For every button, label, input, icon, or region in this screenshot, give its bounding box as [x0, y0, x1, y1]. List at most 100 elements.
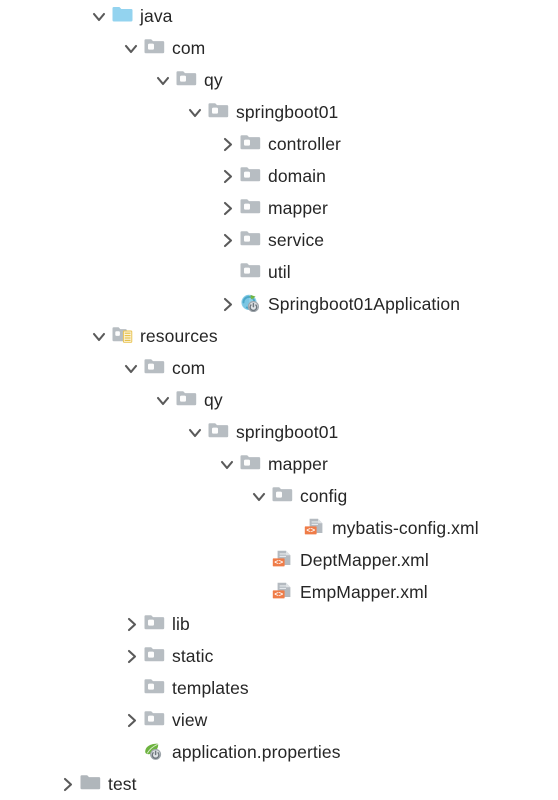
tree-item[interactable]: templates: [120, 672, 249, 704]
tree-item-label: config: [300, 486, 348, 506]
chevron-right-icon[interactable]: [120, 640, 142, 672]
chevron-right-icon[interactable]: [216, 160, 238, 192]
folder-gray-icon: [238, 256, 264, 288]
chevron-down-icon[interactable]: [152, 64, 174, 96]
tree-item-label: com: [172, 38, 206, 58]
folder-gray-icon: [238, 448, 264, 480]
folder-gray-icon: [174, 384, 200, 416]
tree-item-label: lib: [172, 614, 190, 634]
tree-item[interactable]: com: [120, 32, 205, 64]
tree-item-label: controller: [268, 134, 341, 154]
tree-item-label: service: [268, 230, 325, 250]
chevron-down-icon[interactable]: [248, 480, 270, 512]
tree-item[interactable]: service: [216, 224, 324, 256]
tree-item[interactable]: config: [248, 480, 347, 512]
folder-gray-icon: [142, 352, 168, 384]
tree-item[interactable]: java: [88, 0, 173, 32]
tree-item-label: springboot01: [236, 422, 339, 442]
folder-gray-icon: [142, 640, 168, 672]
tree-item-label: qy: [204, 70, 223, 90]
tree-item[interactable]: static: [120, 640, 213, 672]
chevron-down-icon[interactable]: [216, 448, 238, 480]
tree-item[interactable]: <> EmpMapper.xml: [248, 576, 428, 608]
tree-item[interactable]: application.properties: [120, 736, 341, 768]
folder-gray-icon: [270, 480, 296, 512]
tree-item[interactable]: <> DeptMapper.xml: [248, 544, 429, 576]
tree-item-label: util: [268, 262, 291, 282]
chevron-right-icon[interactable]: [120, 704, 142, 736]
tree-item-label: static: [172, 646, 214, 666]
tree-item-label: mybatis-config.xml: [332, 518, 479, 538]
folder-gray-icon: [206, 416, 232, 448]
folder-gray-icon: [206, 96, 232, 128]
folder-gray-icon: [142, 608, 168, 640]
tree-item-label: view: [172, 710, 208, 730]
tree-item[interactable]: mapper: [216, 448, 328, 480]
svg-text:<>: <>: [274, 558, 283, 567]
tree-item-label: application.properties: [172, 742, 341, 762]
tree-item[interactable]: test: [56, 768, 137, 800]
tree-item[interactable]: util: [216, 256, 291, 288]
chevron-right-icon[interactable]: [216, 128, 238, 160]
tree-item-label: mapper: [268, 454, 328, 474]
tree-item-label: qy: [204, 390, 223, 410]
tree-item-label: templates: [172, 678, 249, 698]
folder-plain-gray-icon: [78, 768, 104, 800]
chevron-right-icon[interactable]: [120, 608, 142, 640]
tree-item-label: domain: [268, 166, 326, 186]
tree-item-label: Springboot01Application: [268, 294, 461, 314]
tree-item[interactable]: qy: [152, 64, 223, 96]
svg-text:<>: <>: [274, 590, 283, 599]
chevron-down-icon[interactable]: [184, 416, 206, 448]
chevron-right-icon[interactable]: [216, 224, 238, 256]
tree-item-label: java: [140, 6, 173, 26]
folder-blue-icon: [110, 0, 136, 32]
tree-item-label: EmpMapper.xml: [300, 582, 428, 602]
tree-item[interactable]: lib: [120, 608, 190, 640]
tree-item[interactable]: <> mybatis-config.xml: [280, 512, 479, 544]
tree-item[interactable]: view: [120, 704, 207, 736]
tree-item[interactable]: controller: [216, 128, 341, 160]
tree-item[interactable]: springboot01: [184, 416, 338, 448]
chevron-right-icon[interactable]: [56, 768, 78, 800]
folder-gray-icon: [142, 672, 168, 704]
chevron-down-icon[interactable]: [88, 320, 110, 352]
tree-item[interactable]: springboot01: [184, 96, 338, 128]
svg-text:<>: <>: [306, 526, 315, 535]
folder-gray-icon: [174, 64, 200, 96]
xml-file-icon: <>: [302, 512, 328, 544]
folder-gray-icon: [238, 192, 264, 224]
tree-item-label: test: [108, 774, 137, 794]
folder-gray-icon: [142, 704, 168, 736]
folder-gray-icon: [142, 32, 168, 64]
chevron-right-icon[interactable]: [216, 288, 238, 320]
tree-item-label: springboot01: [236, 102, 339, 122]
project-file-tree[interactable]: java com qy springboot01 controller domain map…: [0, 0, 558, 794]
tree-item[interactable]: mapper: [216, 192, 328, 224]
chevron-down-icon[interactable]: [184, 96, 206, 128]
chevron-down-icon[interactable]: [152, 384, 174, 416]
tree-item[interactable]: qy: [152, 384, 223, 416]
folder-gray-icon: [238, 224, 264, 256]
tree-item[interactable]: resources: [88, 320, 218, 352]
xml-file-icon: <>: [270, 576, 296, 608]
folder-resources-icon: [110, 320, 136, 352]
folder-gray-icon: [238, 128, 264, 160]
chevron-down-icon[interactable]: [120, 32, 142, 64]
tree-item[interactable]: com: [120, 352, 205, 384]
tree-item[interactable]: domain: [216, 160, 326, 192]
tree-item-label: resources: [140, 326, 218, 346]
chevron-down-icon[interactable]: [88, 0, 110, 32]
folder-gray-icon: [238, 160, 264, 192]
spring-boot-class-icon: [238, 288, 264, 320]
chevron-down-icon[interactable]: [120, 352, 142, 384]
tree-item[interactable]: Springboot01Application: [216, 288, 460, 320]
chevron-right-icon[interactable]: [216, 192, 238, 224]
tree-item-label: mapper: [268, 198, 328, 218]
